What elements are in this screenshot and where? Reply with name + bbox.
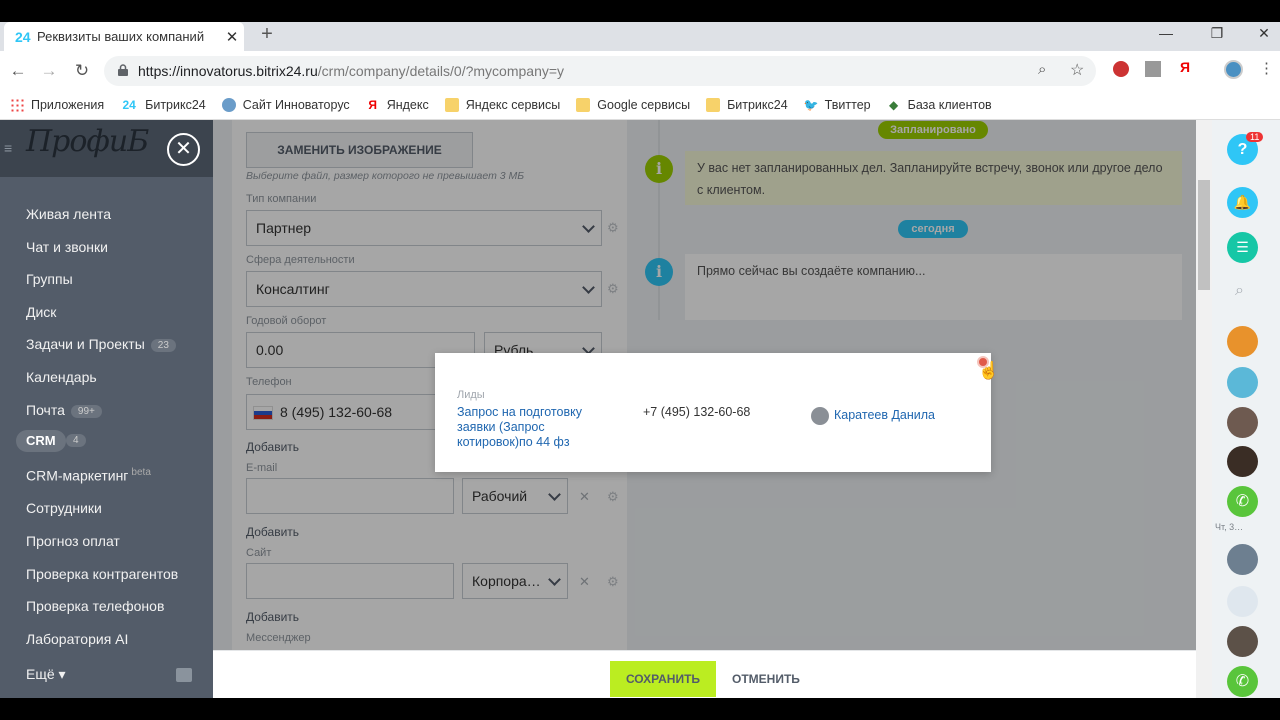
avatar[interactable]: [1227, 407, 1258, 438]
profile-avatar[interactable]: [1224, 60, 1243, 79]
menu-item-chat[interactable]: Чат и звонки: [26, 239, 108, 255]
close-slider-button[interactable]: ✕: [167, 133, 200, 166]
avatar[interactable]: [1227, 446, 1258, 477]
duplicate-popup: Лиды Запрос на подготовку заявки (Запрос…: [435, 353, 999, 472]
bookmark-yandex[interactable]: Я Яндекс: [366, 98, 428, 112]
menu-item-phone-check[interactable]: Проверка телефонов: [26, 598, 164, 614]
help-badge: 11: [1246, 132, 1264, 142]
new-tab-button[interactable]: +: [257, 23, 277, 46]
zoom-icon[interactable]: ⌕: [1038, 61, 1046, 78]
back-icon[interactable]: ←: [8, 61, 28, 81]
tab-active[interactable]: 24 Реквизиты ваших компаний ✕: [4, 22, 244, 51]
globe-icon: [221, 98, 236, 112]
bookmark-bitrix24[interactable]: 24 Битрикс24: [120, 98, 205, 112]
menu-item-more[interactable]: Ещё ▾: [26, 666, 66, 683]
logo-area: ≡ ПрофиБ ✕: [0, 120, 213, 177]
address-bar[interactable]: https://innovatorus.bitrix24.ru/crm/comp…: [104, 56, 1096, 86]
counter-badge: 99+: [70, 404, 102, 418]
menu-item-feed[interactable]: Живая лента: [26, 206, 111, 222]
lead-link[interactable]: Запрос на подготовку заявки (Запрос коти…: [457, 405, 607, 450]
bookmark-apps[interactable]: Приложения: [10, 98, 104, 112]
company-logo: ПрофиБ: [26, 124, 149, 159]
folder-icon: [706, 98, 721, 112]
menu-item-payment-forecast[interactable]: Прогноз оплат: [26, 533, 120, 549]
avatar[interactable]: [1227, 544, 1258, 575]
star-icon[interactable]: ☆: [1070, 60, 1084, 80]
tab-title: Реквизиты ваших компаний: [37, 29, 205, 44]
restore-icon[interactable]: ❐: [1207, 25, 1227, 42]
avatar[interactable]: [1227, 626, 1258, 657]
url-text: https://innovatorus.bitrix24.ru/crm/comp…: [138, 63, 565, 79]
menu-item-mail[interactable]: Почта 99+: [26, 402, 102, 418]
lead-phone: +7 (495) 132-60-68: [643, 405, 751, 419]
bookmarks-bar: Приложения 24 Битрикс24 Сайт Инноваторус …: [0, 91, 1280, 120]
right-bar: ? 11 🔔 ☰ ⌕ ✆ Чт, 3… ✆: [1212, 120, 1280, 698]
menu-item-disk[interactable]: Диск: [26, 304, 56, 320]
forward-icon[interactable]: →: [39, 61, 59, 81]
avatar[interactable]: [1227, 586, 1258, 617]
bookmark-innovatorus[interactable]: Сайт Инноваторус: [221, 98, 350, 112]
bitrix24-favicon-icon: 24: [15, 28, 31, 45]
phone-icon[interactable]: ✆: [1227, 486, 1258, 517]
tab-bar: 24 Реквизиты ваших компаний ✕ + — ❐ ✕: [0, 22, 1280, 51]
hamburger-icon[interactable]: ≡: [4, 140, 12, 156]
lock-icon: [118, 64, 128, 76]
save-button[interactable]: СОХРАНИТЬ: [610, 661, 716, 697]
scrollbar[interactable]: [1196, 120, 1212, 698]
menu-item-ai-lab[interactable]: Лаборатория AI: [26, 631, 128, 647]
bell-icon[interactable]: 🔔: [1227, 187, 1258, 218]
menu-item-groups[interactable]: Группы: [26, 271, 73, 287]
menu-item-crm[interactable]: CRM: [16, 430, 66, 452]
menu-item-crm-marketing[interactable]: CRM-маркетинг beta: [26, 467, 151, 484]
apps-grid-icon: [10, 98, 24, 112]
bookmark-icon: ◆: [888, 98, 899, 112]
tab-close-icon[interactable]: ✕: [220, 28, 244, 46]
crm-avatar[interactable]: [1227, 367, 1258, 398]
folder-icon: [444, 98, 459, 112]
bookmark-clients[interactable]: ◆ База клиентов: [887, 98, 992, 112]
extension-icon[interactable]: [1113, 61, 1129, 77]
counter-badge: 23: [150, 338, 176, 352]
responsible-link[interactable]: Каратеев Данила: [834, 408, 935, 422]
menu-item-counterparty-check[interactable]: Проверка контрагентов: [26, 566, 178, 582]
scrollbar-thumb[interactable]: [1198, 180, 1210, 290]
yandex-extension-icon[interactable]: Я: [1180, 59, 1190, 75]
cancel-button[interactable]: ОТМЕНИТЬ: [732, 661, 800, 697]
window-close-icon[interactable]: ✕: [1254, 25, 1274, 42]
menu-dots-icon[interactable]: ⋮: [1259, 59, 1274, 77]
browser-window: 24 Реквизиты ваших компаний ✕ + — ❐ ✕ ← …: [0, 22, 1280, 698]
bookmark-yandex-services[interactable]: Яндекс сервисы: [444, 98, 560, 112]
menu-item-calendar[interactable]: Календарь: [26, 369, 97, 385]
folder-icon: [576, 98, 591, 112]
bookmark-google-services[interactable]: Google сервисы: [576, 98, 690, 112]
cursor-icon: ☝: [978, 361, 1000, 380]
yandex-icon: Я: [368, 98, 377, 112]
form-footer: СОХРАНИТЬ ОТМЕНИТЬ: [213, 650, 1196, 698]
avatar: [811, 407, 829, 425]
minimize-icon[interactable]: —: [1156, 25, 1176, 41]
search-icon[interactable]: ⌕: [1235, 282, 1244, 300]
menu-item-tasks[interactable]: Задачи и Проекты 23: [26, 336, 176, 352]
avatar[interactable]: [1227, 326, 1258, 357]
reload-icon[interactable]: ↻: [72, 61, 92, 81]
bookmark-twitter[interactable]: 🐦 Твиттер: [804, 98, 871, 112]
chat-icon[interactable]: ☰: [1227, 232, 1258, 263]
popup-section-title: Лиды: [457, 389, 485, 401]
counter-badge: 4: [66, 434, 86, 447]
pdf-extension-icon[interactable]: [1145, 61, 1161, 77]
toolbar: ← → ↻ https://innovatorus.bitrix24.ru/cr…: [0, 51, 1280, 91]
twitter-icon: 🐦: [803, 98, 819, 112]
menu-item-employees[interactable]: Сотрудники: [26, 500, 102, 516]
chat-time: Чт, 3…: [1215, 522, 1244, 532]
bookmark-bitrix24-folder[interactable]: Битрикс24: [706, 98, 788, 112]
left-menu: ≡ ПрофиБ ✕ Живая лента Чат и звонки Груп…: [0, 120, 213, 698]
bitrix24-icon: 24: [122, 98, 136, 112]
print-icon[interactable]: [176, 668, 192, 682]
phone-icon[interactable]: ✆: [1227, 666, 1258, 697]
